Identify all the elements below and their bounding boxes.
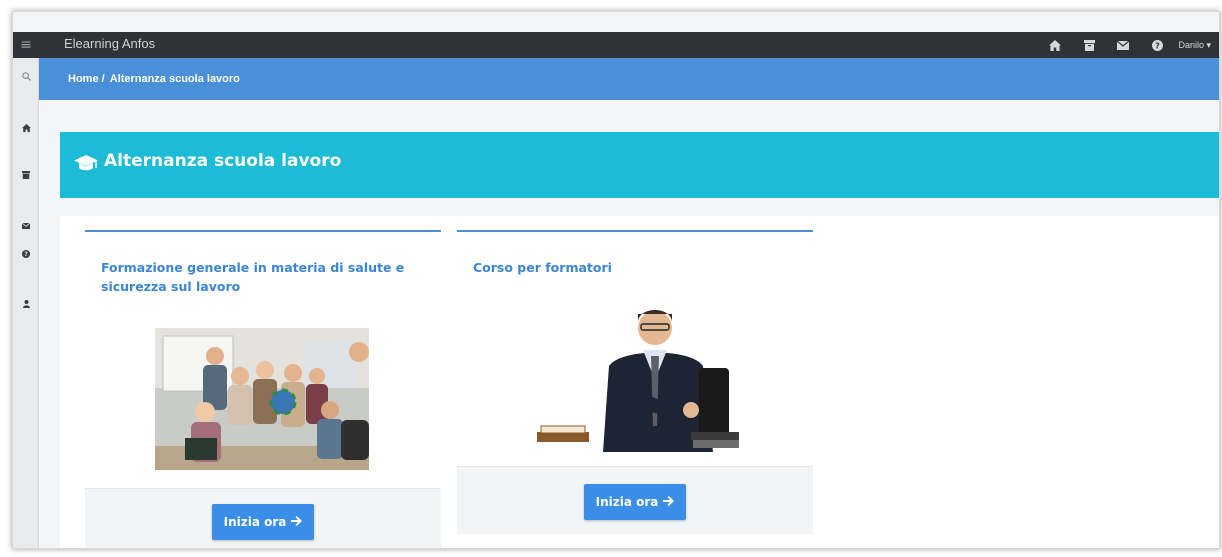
arrow-right-icon	[663, 495, 675, 509]
course-card: Formazione generale in materia di salute…	[85, 230, 441, 548]
course-title-link[interactable]: Formazione generale in materia di salute…	[101, 258, 421, 296]
envelope-icon[interactable]	[1106, 32, 1140, 58]
course-title-link[interactable]: Corso per formatori	[473, 258, 793, 277]
archive-icon[interactable]	[1072, 32, 1106, 58]
top-navbar: ≡ Elearning Anfos ? Danilo ▾	[13, 32, 1219, 58]
browser-frame: ≡ Elearning Anfos ? Danilo ▾ ? Home / Al…	[12, 11, 1220, 549]
course-image[interactable]	[531, 308, 743, 452]
menu-toggle-icon[interactable]: ≡	[17, 36, 35, 54]
home-icon[interactable]	[13, 124, 39, 135]
breadcrumb: Home / Alternanza scuola lavoro	[39, 58, 1219, 100]
start-course-button[interactable]: Inizia ora	[212, 504, 314, 540]
button-label: Inizia ora	[595, 495, 659, 509]
graduation-cap-icon	[74, 154, 100, 174]
spacer	[39, 100, 1219, 132]
question-circle-icon[interactable]: ?	[13, 250, 39, 261]
arrow-right-icon	[291, 515, 303, 529]
question-circle-icon[interactable]: ?	[1140, 32, 1174, 58]
breadcrumb-current: Alternanza scuola lavoro	[109, 73, 240, 85]
card-footer: Inizia ora	[457, 466, 813, 534]
user-icon[interactable]	[13, 300, 39, 311]
section-header: Alternanza scuola lavoro	[60, 132, 1219, 198]
sidebar: ?	[13, 58, 39, 548]
home-icon[interactable]	[1038, 32, 1072, 58]
button-label: Inizia ora	[223, 515, 287, 529]
course-image[interactable]	[155, 328, 369, 470]
app-title[interactable]: Elearning Anfos	[64, 36, 155, 51]
topbar-actions: ? Danilo ▾	[1038, 32, 1211, 58]
archive-icon[interactable]	[13, 171, 39, 182]
start-course-button[interactable]: Inizia ora	[584, 484, 686, 520]
page-title: Alternanza scuola lavoro	[104, 151, 342, 171]
user-menu[interactable]: Danilo ▾	[1178, 40, 1211, 51]
course-card: Corso per formatori Inizia ora	[457, 230, 813, 534]
search-icon[interactable]	[13, 72, 39, 84]
breadcrumb-home-link[interactable]: Home /	[68, 73, 105, 85]
card-footer: Inizia ora	[85, 488, 441, 548]
svg-text:?: ?	[1155, 41, 1160, 50]
svg-text:?: ?	[24, 252, 27, 258]
envelope-icon[interactable]	[13, 221, 39, 232]
